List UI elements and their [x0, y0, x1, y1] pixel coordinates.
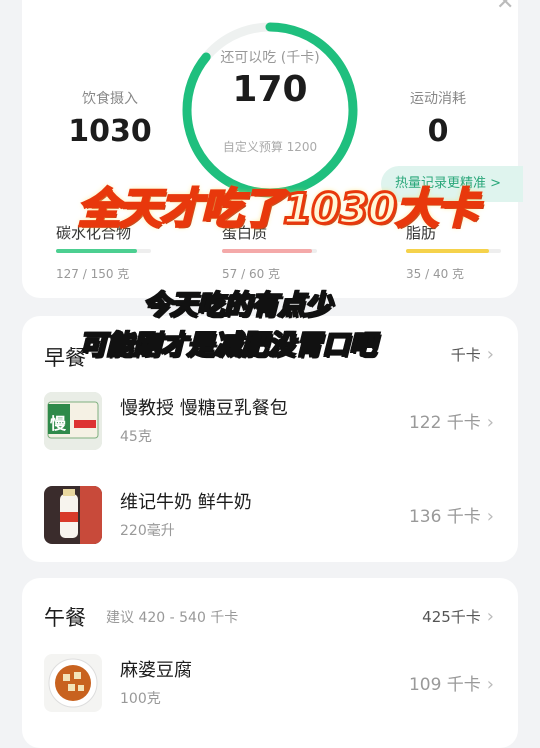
macro-bar-fill: [222, 249, 313, 253]
food-calories-text: 122 千卡: [408, 413, 481, 433]
food-calories: 136 千卡 ›: [409, 502, 494, 527]
intake-value: 1030: [68, 114, 152, 149]
macro-amount: 127 / 150 克: [56, 267, 130, 281]
remaining-label: 还可以吃 (千卡): [220, 50, 320, 66]
macro-bar-fill: [406, 249, 489, 253]
lunch-card[interactable]: 午餐 建议 420 - 540 千卡 425千卡 › 麻婆豆腐 100克 109 …: [22, 578, 518, 748]
lunch-title: 午餐: [44, 606, 86, 630]
intake-label: 饮食摄入: [82, 91, 138, 107]
chevron-right-icon: ›: [486, 344, 494, 365]
chevron-right-icon: ›: [486, 506, 494, 527]
breakfast-total-text: 千卡: [450, 346, 481, 364]
milk-bottle-icon: [44, 486, 102, 544]
remaining-calories-ring: 还可以吃 (千卡) 170 自定义预算 1200: [180, 20, 360, 200]
caption-line-1: 今天吃的有点少: [142, 289, 333, 322]
food-item[interactable]: 慢 慢教授 慢糖豆乳餐包 45克 122 千卡 ›: [22, 392, 518, 462]
caption-main: 全天才吃了1030大卡: [77, 183, 481, 235]
close-icon[interactable]: ✕: [496, 0, 514, 15]
food-item[interactable]: 麻婆豆腐 100克 109 千卡 ›: [22, 654, 518, 724]
lunch-total-text: 425千卡: [422, 608, 481, 626]
burn-value: 0: [427, 114, 449, 149]
food-name: 麻婆豆腐: [120, 660, 192, 681]
chevron-right-icon: ›: [486, 412, 494, 433]
caption-line-2: 可能刚才是减肥没胃口吧: [78, 329, 377, 362]
chevron-right-icon: ›: [486, 674, 494, 695]
food-calories-text: 109 千卡: [408, 675, 481, 695]
food-calories: 122 千卡 ›: [409, 408, 494, 433]
budget-text[interactable]: 自定义预算 1200: [180, 138, 360, 155]
food-item[interactable]: 维记牛奶 鲜牛奶 220毫升 136 千卡 ›: [22, 486, 518, 556]
lunch-total[interactable]: 425千卡 ›: [422, 606, 494, 627]
macro-bar: [222, 249, 317, 253]
chevron-right-icon: ›: [486, 606, 494, 627]
breakfast-total[interactable]: 千卡 ›: [451, 344, 494, 365]
food-quantity: 45克: [120, 429, 152, 445]
burn-label: 运动消耗: [410, 91, 466, 107]
macro-amount: 35 / 40 克: [406, 267, 465, 281]
food-thumbnail: 慢: [44, 392, 102, 450]
thumb-brand-text: 慢: [50, 414, 67, 433]
food-quantity: 220毫升: [120, 523, 175, 539]
food-quantity: 100克: [120, 691, 161, 707]
food-thumbnail: [44, 654, 102, 712]
macro-amount: 57 / 60 克: [222, 267, 281, 281]
intake-stat: 饮食摄入 1030: [60, 88, 160, 149]
food-calories-text: 136 千卡: [408, 507, 481, 527]
lunch-suggestion: 建议 420 - 540 千卡: [106, 610, 239, 626]
food-calories: 109 千卡 ›: [409, 670, 494, 695]
macro-bar: [56, 249, 151, 253]
macro-bar: [406, 249, 501, 253]
food-thumbnail: [44, 486, 102, 544]
burn-stat: 运动消耗 0: [388, 88, 488, 149]
food-name: 维记牛奶 鲜牛奶: [120, 492, 252, 513]
macro-bar-fill: [56, 249, 137, 253]
mapo-tofu-icon: [44, 654, 102, 712]
food-name: 慢教授 慢糖豆乳餐包: [120, 398, 288, 419]
remaining-value: 170: [232, 69, 308, 110]
summary-card: ✕ 饮食摄入 1030 还可以吃 (千卡) 170 自定义预算 1200 运动消…: [22, 0, 523, 298]
